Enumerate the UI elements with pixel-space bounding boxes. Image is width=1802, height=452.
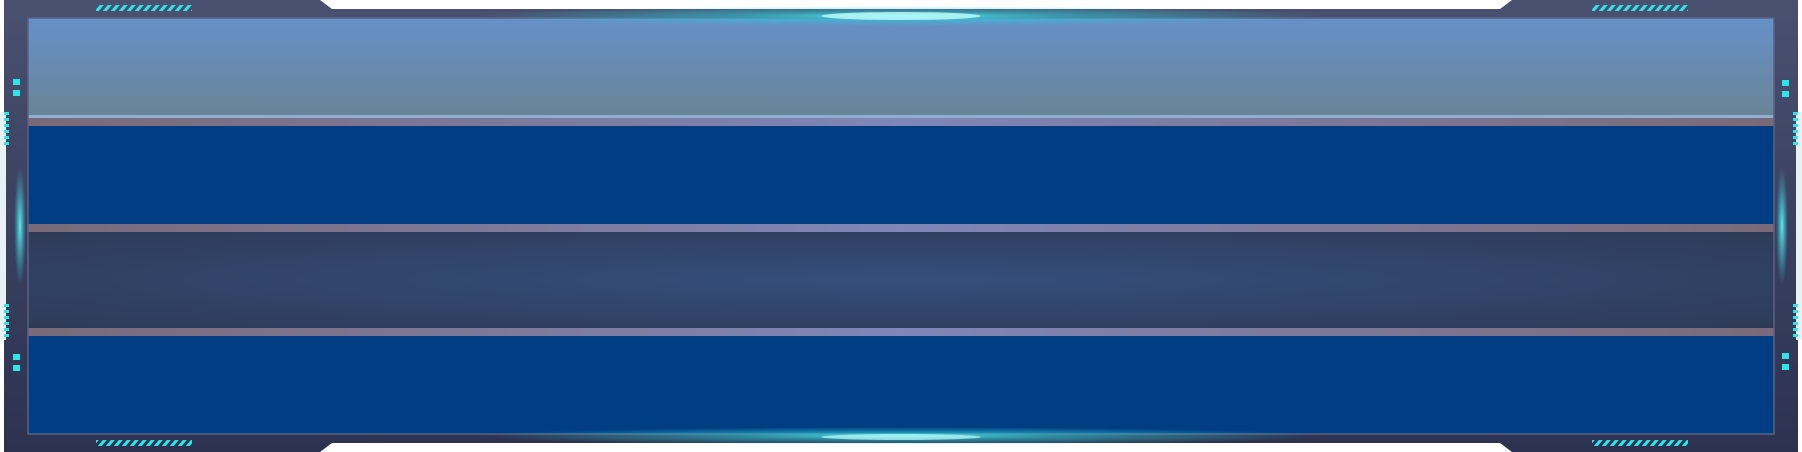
row-3-slate: [28, 232, 1774, 328]
top-right-hatch: [1592, 5, 1688, 11]
separator-1: [28, 118, 1774, 126]
separator-3: [28, 328, 1774, 336]
hud-panel: [0, 0, 1802, 452]
row-1-header: [28, 18, 1774, 118]
bottom-left-hatch: [96, 440, 192, 446]
top-glow-core: [821, 12, 981, 20]
right-side-glow: [1776, 166, 1788, 286]
bottom-glow-core: [821, 434, 981, 440]
separator-2: [28, 224, 1774, 232]
top-left-hatch: [96, 5, 192, 11]
bottom-right-hatch: [1592, 440, 1688, 446]
header-highlight: [28, 115, 1774, 118]
hud-frame: [0, 0, 1802, 452]
row-4-blue: [28, 336, 1774, 434]
row-2-blue: [28, 126, 1774, 224]
left-side-glow: [14, 166, 26, 286]
